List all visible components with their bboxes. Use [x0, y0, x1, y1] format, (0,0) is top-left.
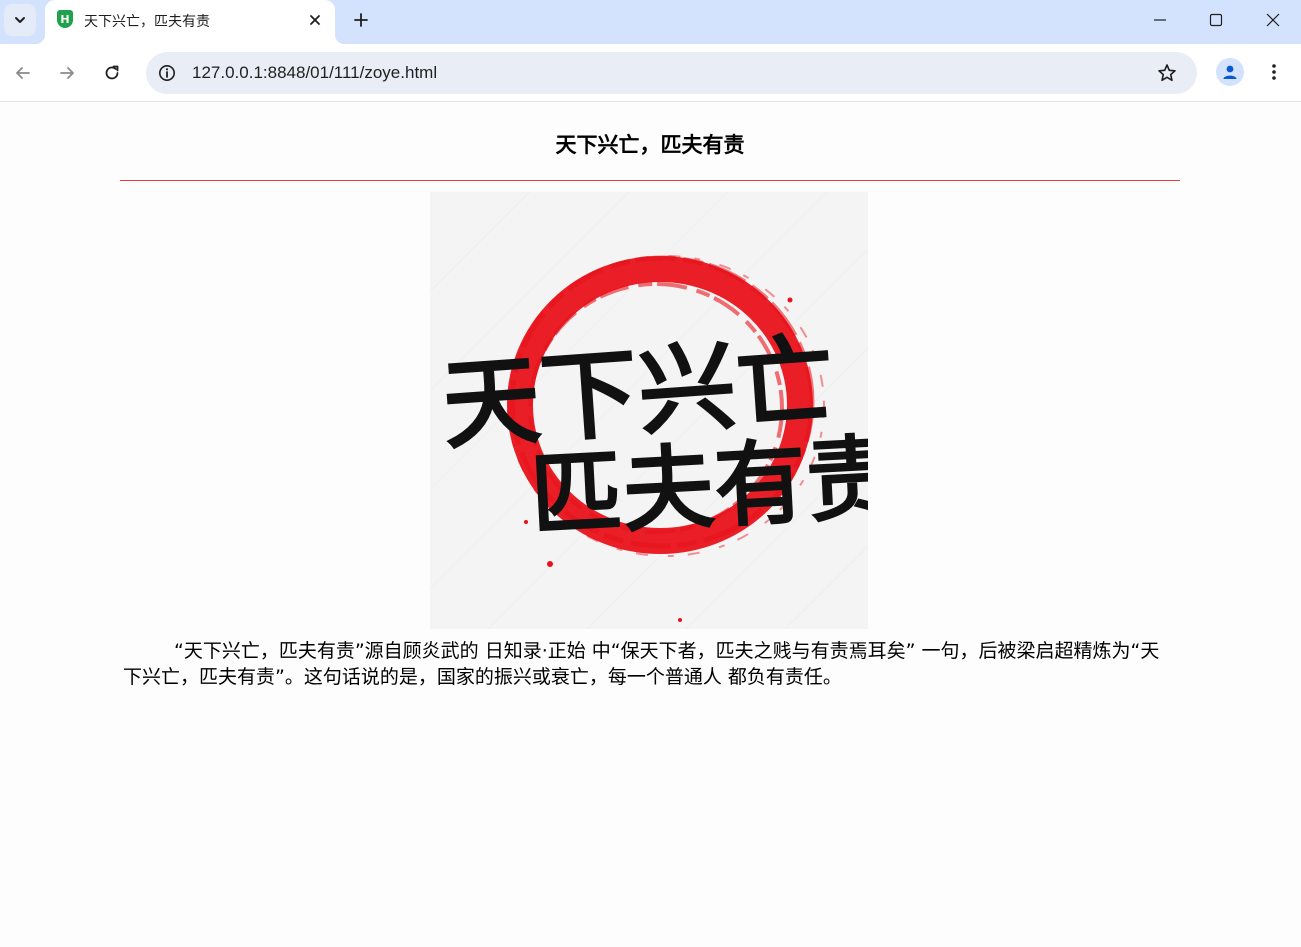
poster-artwork: 天下兴亡 匹夫有责 [430, 192, 868, 629]
page-content: 天下兴亡，匹夫有责 天下兴亡 匹夫有责 “天下兴亡，匹夫有责”源自顾炎武的 日知… [0, 103, 1301, 947]
poster-line-2: 匹夫有责 [528, 423, 868, 550]
calligraphy-poster-image: 天下兴亡 匹夫有责 [430, 192, 868, 629]
tab-strip: H 天下兴亡，匹夫有责 [0, 0, 1301, 44]
bookmark-button[interactable] [1154, 61, 1180, 85]
site-info-button[interactable] [155, 61, 179, 85]
person-icon [1223, 65, 1237, 79]
back-icon [16, 67, 30, 79]
kebab-menu-icon [1272, 64, 1276, 80]
minimize-icon [1154, 19, 1166, 21]
active-tab[interactable]: H 天下兴亡，匹夫有责 [35, 0, 345, 44]
reload-button[interactable] [96, 57, 128, 89]
maximize-button[interactable] [1188, 0, 1244, 40]
star-icon [1158, 64, 1176, 82]
tab-title: 天下兴亡，匹夫有责 [84, 14, 210, 30]
reload-icon [105, 65, 119, 80]
browser-menu-button[interactable] [1260, 58, 1288, 86]
info-icon [159, 65, 175, 81]
tab-search-button[interactable] [4, 4, 36, 36]
new-tab-button[interactable] [346, 5, 376, 35]
forward-icon [60, 67, 74, 79]
forward-button[interactable] [51, 57, 83, 89]
tab-close-button[interactable] [304, 9, 326, 31]
browser-toolbar: 127.0.0.1:8848/01/111/zoye.html [0, 44, 1301, 102]
close-icon [1266, 13, 1280, 27]
page-heading: 天下兴亡，匹夫有责 [555, 133, 745, 157]
body-paragraph: “天下兴亡，匹夫有责”源自顾炎武的 日知录·正始 中“保天下者，匹夫之贱与有责焉… [123, 640, 1160, 688]
chevron-down-icon [15, 17, 25, 23]
maximize-icon [1209, 13, 1223, 27]
profile-button[interactable] [1216, 58, 1244, 86]
back-button[interactable] [7, 57, 39, 89]
hbuilder-favicon-icon: H [57, 10, 73, 28]
url-text[interactable]: 127.0.0.1:8848/01/111/zoye.html [192, 63, 437, 83]
address-bar[interactable]: 127.0.0.1:8848/01/111/zoye.html [146, 52, 1197, 94]
heading-divider [120, 180, 1180, 181]
plus-icon [354, 13, 368, 27]
close-icon [310, 15, 320, 25]
close-window-button[interactable] [1245, 0, 1301, 40]
minimize-button[interactable] [1132, 0, 1188, 40]
